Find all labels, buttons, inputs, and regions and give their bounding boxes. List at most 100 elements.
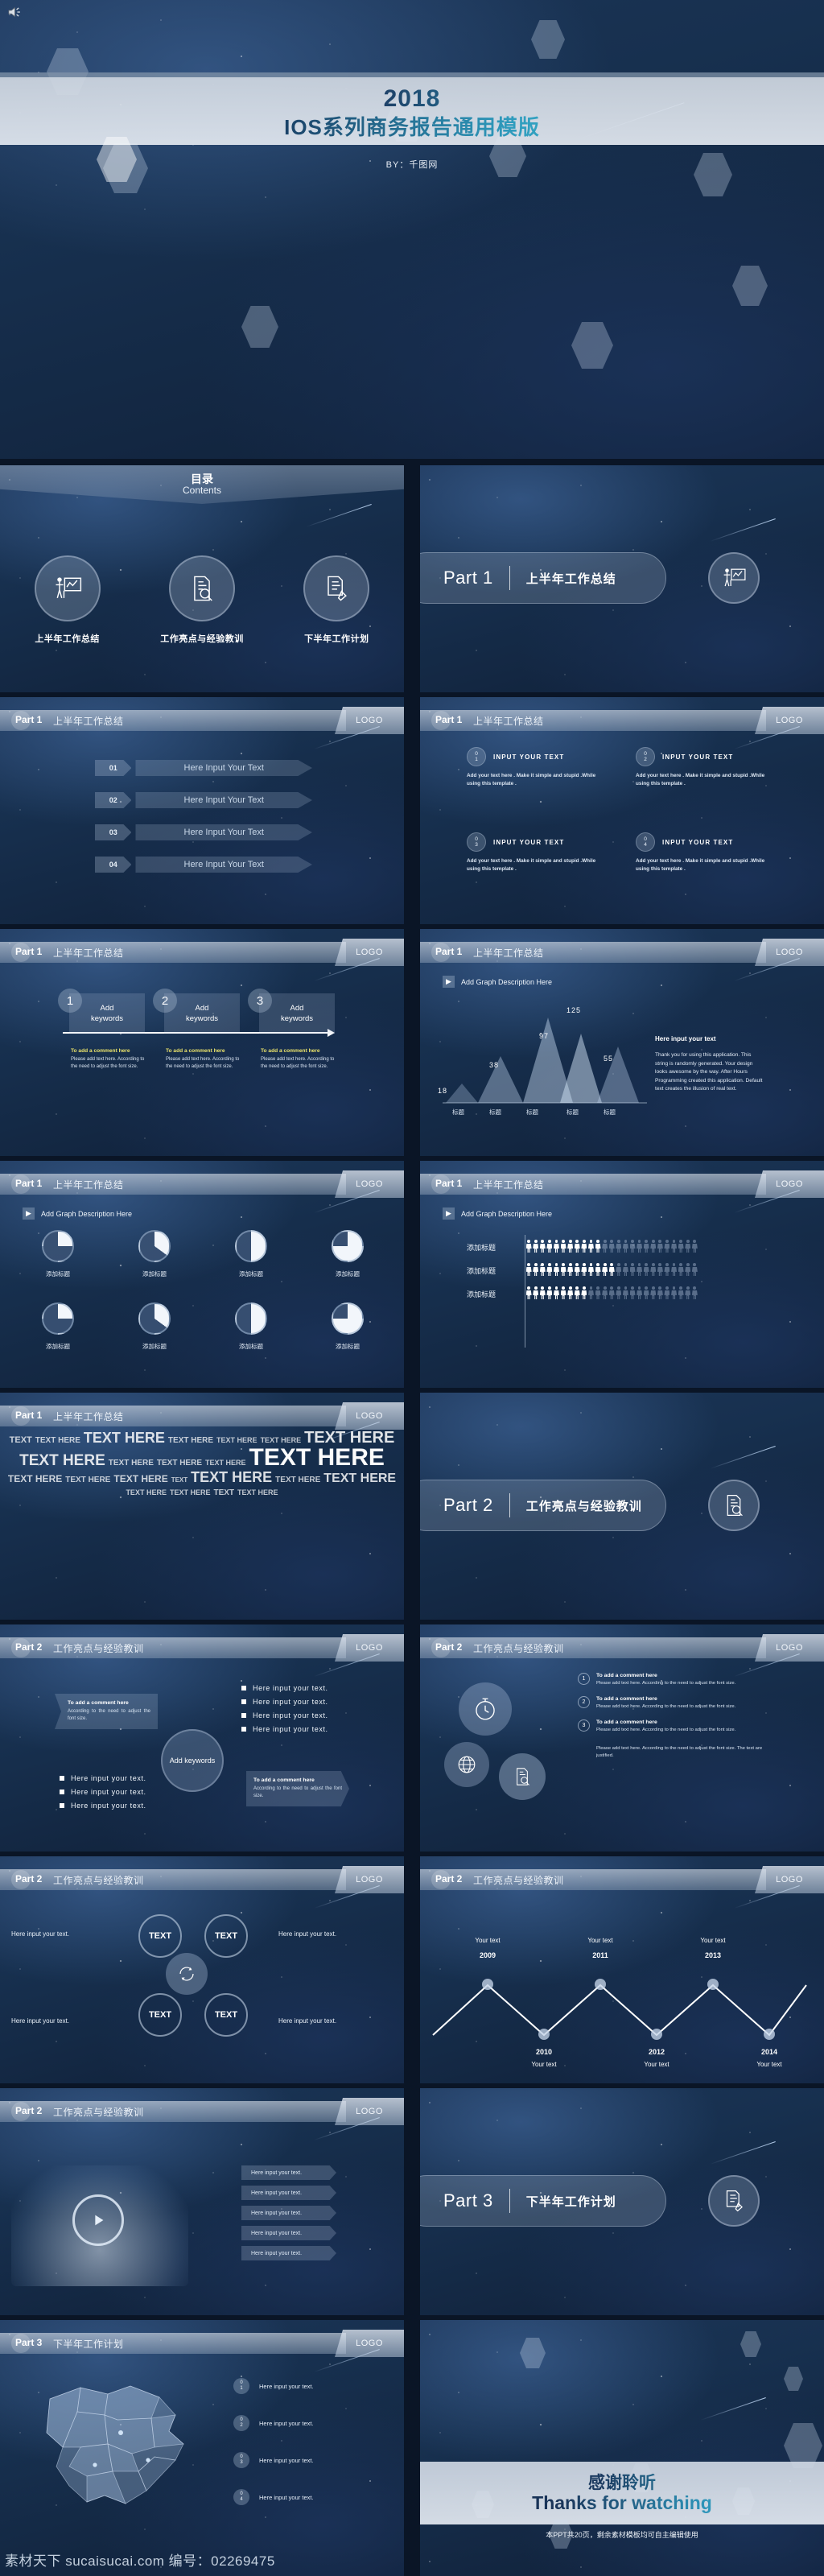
caption-body: Please add text here. According to the n… — [71, 1057, 145, 1069]
header-part-number: Part 1 — [435, 946, 463, 957]
header-logo-box[interactable]: LOGO — [335, 1170, 404, 1198]
header-logo-box[interactable]: LOGO — [755, 1634, 824, 1662]
slide-p2-timeline[interactable]: LOGO Part 2 工作亮点与经验教训 Your text 2009 You… — [420, 1856, 824, 2083]
slide-p3-map[interactable]: LOGO Part 3 下半年工作计划 0 1 Here input your … — [0, 2320, 404, 2576]
slide-part1-divider[interactable]: Part 1 上半年工作总结 — [420, 465, 824, 692]
contents-item-0[interactable]: 上半年工作总结 — [19, 555, 116, 645]
contents-item-1[interactable]: 工作亮点与经验教训 — [154, 555, 250, 645]
slide-p1-keywords[interactable]: LOGO Part 1 上半年工作总结 1 Add keywords To add… — [0, 929, 404, 1156]
list-item[interactable]: Here input your text. — [60, 1774, 146, 1782]
map-item[interactable]: 0 3 Here input your text. — [233, 2452, 314, 2468]
pie-item[interactable]: 添加标题 — [332, 1230, 364, 1278]
comment-item[interactable]: 2 To add a comment here Please add text he… — [578, 1696, 779, 1711]
header-logo-box[interactable]: LOGO — [335, 2098, 404, 2125]
slide-p1-chevron-list[interactable]: LOGO Part 1 上半年工作总结 01 Here Input Your T… — [0, 697, 404, 924]
timeline-year: 2013 — [704, 1951, 722, 1959]
divider-line — [509, 2189, 510, 2213]
bullet-icon — [241, 1727, 246, 1732]
slide-p1-wordcloud[interactable]: LOGO Part 1 上半年工作总结 TEXT TEXT HERE TEXT HE… — [0, 1393, 404, 1620]
header-logo-box[interactable]: LOGO — [335, 2330, 404, 2357]
speaker-icon[interactable] — [8, 6, 22, 18]
slide-p1-numbered-blocks[interactable]: LOGO Part 1 上半年工作总结 01 INPUT YOUR TEXT A… — [420, 697, 824, 924]
slide-p2-media[interactable]: LOGO Part 2 工作亮点与经验教训 Here input your te… — [0, 2088, 404, 2315]
header-logo-box[interactable]: LOGO — [755, 939, 824, 966]
list-item[interactable]: Here input your text. — [241, 1698, 328, 1706]
word-cloud-word: TEXT HERE — [167, 1436, 214, 1445]
map-item[interactable]: 0 1 Here input your text. — [233, 2378, 314, 2394]
comment-heading: To add a comment here — [68, 1700, 129, 1706]
person-icon — [587, 1286, 594, 1299]
timeline-node[interactable] — [651, 2029, 662, 2040]
comment-item[interactable]: 1 To add a comment here Please add text he… — [578, 1673, 779, 1687]
list-item[interactable]: Here input your text. — [60, 1788, 146, 1796]
timeline-node[interactable] — [538, 2029, 550, 2040]
header-logo-box[interactable]: LOGO — [755, 1170, 824, 1198]
text-bar-list: Here input your text. Here input your te… — [241, 2165, 336, 2266]
text-bar[interactable]: Here input your text. — [241, 2226, 336, 2240]
header-logo-box[interactable]: LOGO — [335, 1866, 404, 1893]
slide-part3-divider[interactable]: Part 3 下半年工作计划 — [420, 2088, 824, 2315]
timeline-node[interactable] — [595, 1979, 606, 1990]
text-bar[interactable]: Here input your text. — [241, 2165, 336, 2180]
text-circle[interactable]: TEXT — [204, 1914, 248, 1958]
timeline-node[interactable] — [764, 2029, 775, 2040]
pie-item[interactable]: 添加标题 — [235, 1302, 267, 1351]
pie-item[interactable]: 添加标题 — [235, 1230, 267, 1278]
comment-box[interactable]: To add a comment here According to the n… — [246, 1771, 349, 1806]
slide-p1-pictogram[interactable]: LOGO Part 1 上半年工作总结 ▶ Add Graph Descript… — [420, 1161, 824, 1388]
text-circle[interactable]: TEXT — [138, 1993, 182, 2037]
person-icon — [685, 1240, 691, 1253]
text-bar[interactable]: Here input your text. — [241, 2246, 336, 2260]
list-item[interactable]: Here input your text. — [241, 1725, 328, 1733]
header-logo-box[interactable]: LOGO — [755, 707, 824, 734]
play-button[interactable] — [72, 2194, 124, 2246]
header-logo-box[interactable]: LOGO — [335, 707, 404, 734]
slide-contents[interactable]: 目录 Contents 上半年工作总结 工作亮点与经验教训 下半年工作计划 — [0, 465, 404, 692]
list-item[interactable]: Here input your text. — [60, 1802, 146, 1810]
chevron-row[interactable]: 03 Here Input Your Text — [95, 824, 312, 840]
header-logo-box[interactable]: LOGO — [335, 1634, 404, 1662]
timeline-node[interactable] — [482, 1979, 493, 1990]
numbered-block[interactable]: 03 INPUT YOUR TEXT Add your text here . … — [467, 832, 628, 873]
numbered-block[interactable]: 04 INPUT YOUR TEXT Add your text here . … — [636, 832, 797, 873]
slide-p1-area-chart[interactable]: LOGO Part 1 上半年工作总结 ▶ Add Graph Descript… — [420, 929, 824, 1156]
pie-label: 添加标题 — [142, 1343, 167, 1350]
header-logo-box[interactable]: LOGO — [755, 1866, 824, 1893]
map-item[interactable]: 0 4 Here input your text. — [233, 2489, 314, 2505]
slide-p2-icon-comments[interactable]: LOGO Part 2 工作亮点与经验教训 1 To add a comment … — [420, 1624, 824, 1852]
numbered-block[interactable]: 01 INPUT YOUR TEXT Add your text here . … — [467, 747, 628, 788]
pie-item[interactable]: 添加标题 — [42, 1302, 74, 1351]
slide-cover[interactable]: 2018 IOS系列商务报告通用模版 BY：千图网 — [0, 0, 824, 459]
chevron-row[interactable]: 04 Here Input Your Text — [95, 857, 312, 873]
person-icon — [616, 1286, 622, 1299]
text-circle[interactable]: TEXT — [204, 1993, 248, 2037]
header-logo-box[interactable]: LOGO — [335, 1402, 404, 1430]
pie-item[interactable]: 添加标题 — [138, 1302, 171, 1351]
header-logo-box[interactable]: LOGO — [335, 939, 404, 966]
axis-tick-1: 标题 — [489, 1108, 501, 1116]
numbered-block[interactable]: 02 INPUT YOUR TEXT Add your text here . … — [636, 747, 797, 788]
text-bar[interactable]: Here input your text. — [241, 2206, 336, 2220]
contents-item-2[interactable]: 下半年工作计划 — [288, 555, 385, 645]
slide-p2-keywords-circle[interactable]: LOGO Part 2 工作亮点与经验教训 To add a comment h… — [0, 1624, 404, 1852]
china-map[interactable] — [18, 2370, 219, 2523]
slide-thanks[interactable]: 感谢聆听 Thanks for watching 本PPT共20页，剩余素材模板… — [420, 2320, 824, 2576]
comment-box[interactable]: To add a comment here According to the n… — [55, 1694, 158, 1729]
list-item[interactable]: Here input your text. — [241, 1711, 328, 1719]
chevron-row[interactable]: 02 Here Input Your Text — [95, 792, 312, 808]
comment-item[interactable]: 3 To add a comment here Please add text he… — [578, 1719, 779, 1734]
timeline-node[interactable] — [707, 1979, 719, 1990]
text-circle[interactable]: TEXT — [138, 1914, 182, 1958]
timeline-label: Your text — [587, 1937, 613, 1944]
slide-p1-pie-grid[interactable]: LOGO Part 1 上半年工作总结 ▶ Add Graph Descript… — [0, 1161, 404, 1388]
header-dot — [431, 711, 451, 730]
text-bar[interactable]: Here input your text. — [241, 2186, 336, 2200]
map-item[interactable]: 0 2 Here input your text. — [233, 2415, 314, 2431]
list-item[interactable]: Here input your text. — [241, 1684, 328, 1692]
pie-item[interactable]: 添加标题 — [42, 1230, 74, 1278]
slide-p2-text-circles[interactable]: LOGO Part 2 工作亮点与经验教训 Here input your te… — [0, 1856, 404, 2083]
slide-part2-divider[interactable]: Part 2 工作亮点与经验教训 — [420, 1393, 824, 1620]
chevron-row[interactable]: 01 Here Input Your Text — [95, 760, 312, 776]
pie-item[interactable]: 添加标题 — [138, 1230, 171, 1278]
pie-item[interactable]: 添加标题 — [332, 1302, 364, 1351]
